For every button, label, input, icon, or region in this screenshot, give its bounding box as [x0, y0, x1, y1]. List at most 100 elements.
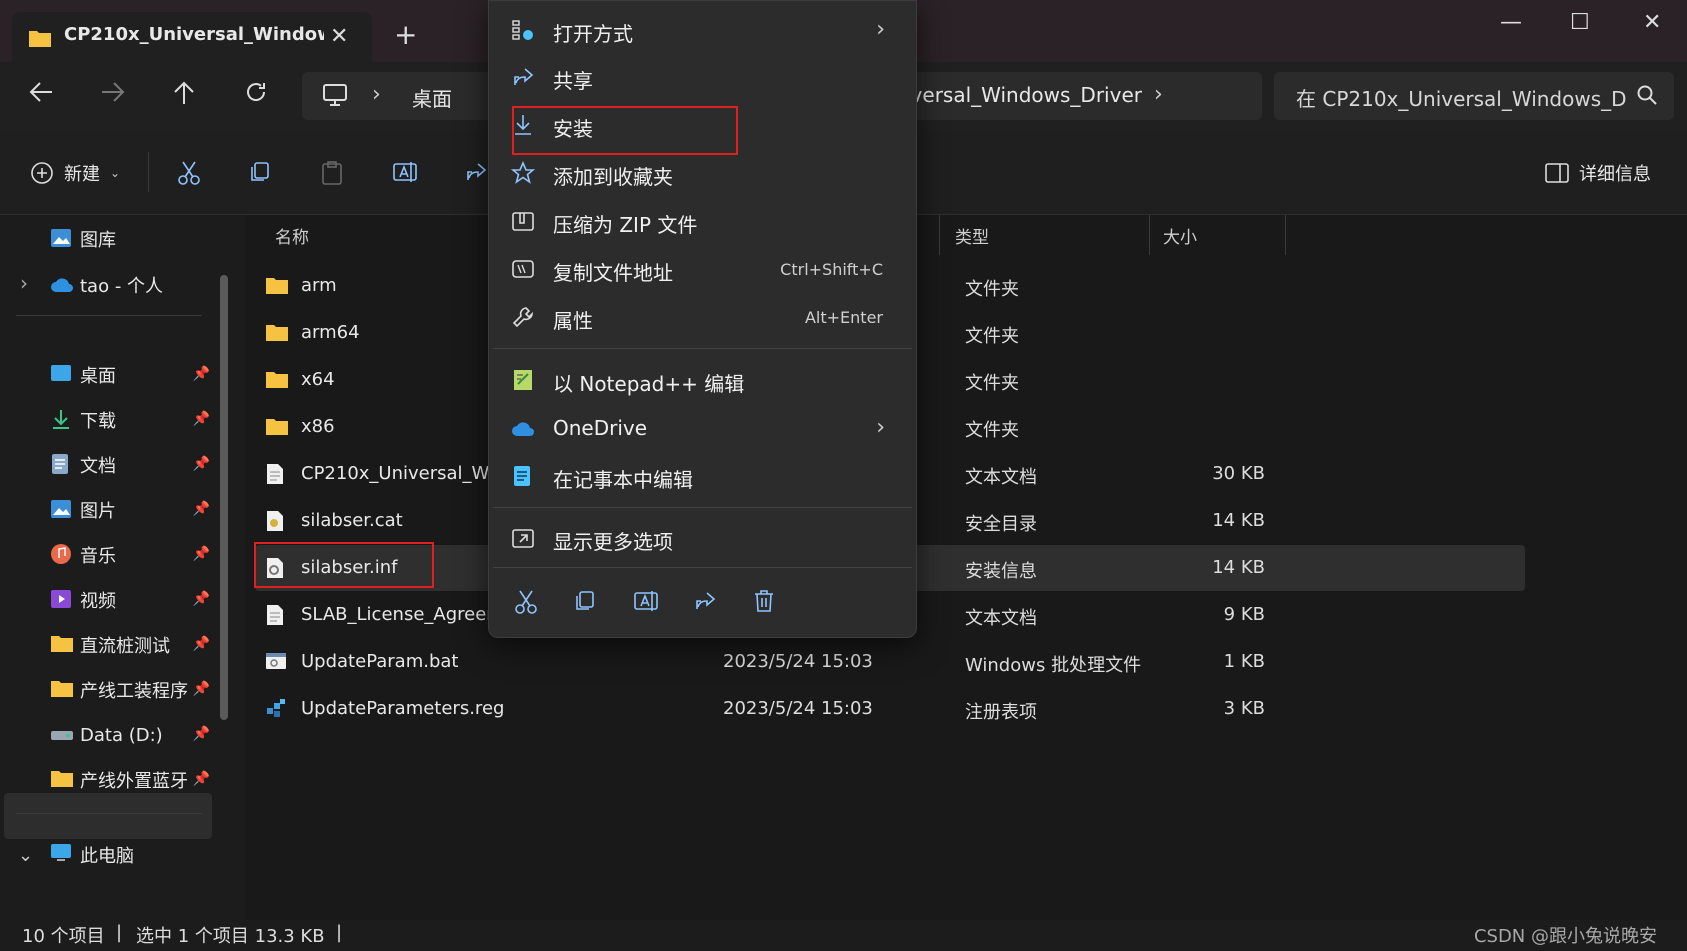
menu-item-compress-zip[interactable]: 压缩为 ZIP 文件 [501, 198, 903, 244]
maximize-button[interactable]: ☐ [1570, 10, 1590, 35]
sidebar-item-videos[interactable]: 视频 📌 [50, 580, 210, 620]
refresh-icon[interactable] [244, 80, 268, 104]
sidebar-item-pictures[interactable]: 图片 📌 [50, 490, 210, 530]
share-icon[interactable] [464, 160, 488, 184]
menu-item-share[interactable]: 共享 [501, 54, 903, 100]
highlight-box [254, 542, 434, 588]
sidebar-item-desktop[interactable]: 桌面 📌 [50, 355, 210, 395]
menu-item-label: 在记事本中编辑 [553, 468, 693, 492]
sidebar-item-drive-d[interactable]: Data (D:) 📌 [50, 715, 210, 755]
sidebar-item-music[interactable]: 音乐 📌 [50, 535, 210, 575]
menu-item-label: 显示更多选项 [553, 530, 673, 554]
copy-icon[interactable] [573, 589, 597, 613]
sidebar-item-folder[interactable]: 产线工装程序 📌 [50, 670, 210, 710]
tab-active[interactable]: CP210x_Universal_Windows_Di ✕ [12, 12, 372, 62]
sidebar-item-this-pc[interactable]: 此电脑 [50, 835, 210, 875]
pin-icon[interactable]: 📌 [193, 771, 210, 787]
breadcrumb-folder[interactable]: iversal_Windows_Driver [905, 83, 1142, 107]
sidebar-item-gallery[interactable]: 图库 [50, 219, 210, 259]
tab-close-button[interactable]: ✕ [330, 24, 348, 49]
minimize-button[interactable]: — [1500, 10, 1522, 35]
folder-icon [265, 369, 289, 389]
search-input[interactable]: 在 CP210x_Universal_Windows_D [1296, 83, 1627, 112]
column-divider[interactable] [1149, 215, 1150, 255]
new-tab-button[interactable]: + [394, 18, 417, 51]
menu-item-copy-path[interactable]: 复制文件地址 Ctrl+Shift+C [501, 246, 903, 292]
sidebar-item-label: 直流桩测试 [80, 636, 170, 657]
computer-icon [322, 84, 348, 106]
file-type: 注册表项 [965, 702, 1037, 723]
trash-icon[interactable] [753, 589, 775, 613]
menu-item-label: 复制文件地址 [553, 261, 673, 285]
details-pane-icon [1545, 163, 1569, 183]
file-row[interactable]: UpdateParameters.reg 2023/5/24 15:03 注册表… [255, 686, 1525, 732]
new-button[interactable]: 新建 ⌄ [30, 160, 120, 186]
file-type: 文本文档 [965, 467, 1037, 488]
chevron-down-icon[interactable]: ⌄ [18, 845, 33, 866]
menu-divider [493, 348, 912, 349]
menu-item-onedrive[interactable]: OneDrive › [501, 405, 903, 451]
pin-icon[interactable]: 📌 [193, 681, 210, 697]
pin-icon[interactable]: 📌 [193, 726, 210, 742]
open-with-icon [511, 18, 535, 42]
sidebar-item-label: tao - 个人 [80, 276, 164, 297]
column-header-size[interactable]: 大小 [1163, 223, 1197, 248]
menu-item-edit-notepad[interactable]: 在记事本中编辑 [501, 453, 903, 499]
cut-icon[interactable] [176, 160, 202, 186]
breadcrumb-desktop[interactable]: 桌面 [412, 83, 452, 112]
file-type: 文件夹 [965, 326, 1019, 347]
sidebar-item-label: 桌面 [80, 366, 116, 387]
wrench-icon [511, 305, 535, 329]
star-icon [511, 161, 535, 185]
sidebar-scrollbar[interactable] [220, 275, 228, 720]
sidebar-item-label: 产线外置蓝牙 [80, 771, 188, 792]
chevron-right-icon: › [876, 415, 885, 440]
pin-icon[interactable]: 📌 [193, 591, 210, 607]
column-header-name[interactable]: 名称 [275, 223, 309, 248]
pin-icon[interactable]: 📌 [193, 411, 210, 427]
sidebar-item-onedrive[interactable]: tao - 个人 [50, 265, 210, 305]
cut-icon[interactable] [513, 589, 539, 615]
menu-item-notepadpp[interactable]: 以 Notepad++ 编辑 [501, 357, 903, 403]
up-arrow-icon[interactable] [172, 80, 196, 106]
rename-icon[interactable] [633, 589, 659, 613]
sidebar-item-documents[interactable]: 文档 📌 [50, 445, 210, 485]
details-pane-button[interactable]: 详细信息 [1545, 160, 1651, 186]
chevron-right-icon: › [876, 17, 885, 42]
search-box[interactable]: 在 CP210x_Universal_Windows_D [1274, 72, 1674, 120]
paste-icon[interactable] [320, 160, 344, 186]
column-divider[interactable] [1285, 215, 1286, 255]
pin-icon[interactable]: 📌 [193, 501, 210, 517]
forward-arrow-icon[interactable] [100, 80, 126, 104]
close-window-button[interactable]: ✕ [1643, 10, 1661, 35]
sidebar-item-folder[interactable]: 产线外置蓝牙 📌 [50, 760, 210, 800]
pin-icon[interactable]: 📌 [193, 636, 210, 652]
chevron-right-icon[interactable]: › [20, 271, 28, 295]
sidebar-item-downloads[interactable]: 下载 📌 [50, 400, 210, 440]
share-icon[interactable] [693, 589, 717, 613]
menu-item-properties[interactable]: 属性 Alt+Enter [501, 294, 903, 340]
file-name: UpdateParam.bat [301, 651, 459, 672]
file-row[interactable]: UpdateParam.bat 2023/5/24 15:03 Windows … [255, 639, 1525, 685]
menu-item-more-options[interactable]: 显示更多选项 [501, 515, 903, 561]
pin-icon[interactable]: 📌 [193, 546, 210, 562]
menu-item-add-favorites[interactable]: 添加到收藏夹 [501, 150, 903, 196]
copy-icon[interactable] [248, 160, 272, 184]
pin-icon[interactable]: 📌 [193, 456, 210, 472]
column-header-type[interactable]: 类型 [955, 223, 989, 248]
pin-icon[interactable]: 📌 [193, 366, 210, 382]
sidebar-item-folder[interactable]: 直流桩测试 📌 [50, 625, 210, 665]
sidebar-divider [16, 813, 202, 814]
file-size: 14 KB [1212, 510, 1265, 531]
menu-item-open-with[interactable]: 打开方式 › [501, 7, 903, 53]
chevron-right-icon[interactable]: › [1154, 82, 1163, 107]
desktop-icon [50, 363, 74, 387]
column-divider[interactable] [939, 215, 940, 255]
file-name: silabser.cat [301, 510, 403, 531]
folder-icon [265, 275, 289, 295]
rename-icon[interactable] [392, 160, 418, 184]
sidebar-item-label: 此电脑 [80, 846, 134, 867]
catalog-file-icon [265, 510, 285, 532]
file-type: 安全目录 [965, 514, 1037, 535]
back-arrow-icon[interactable] [28, 80, 54, 104]
